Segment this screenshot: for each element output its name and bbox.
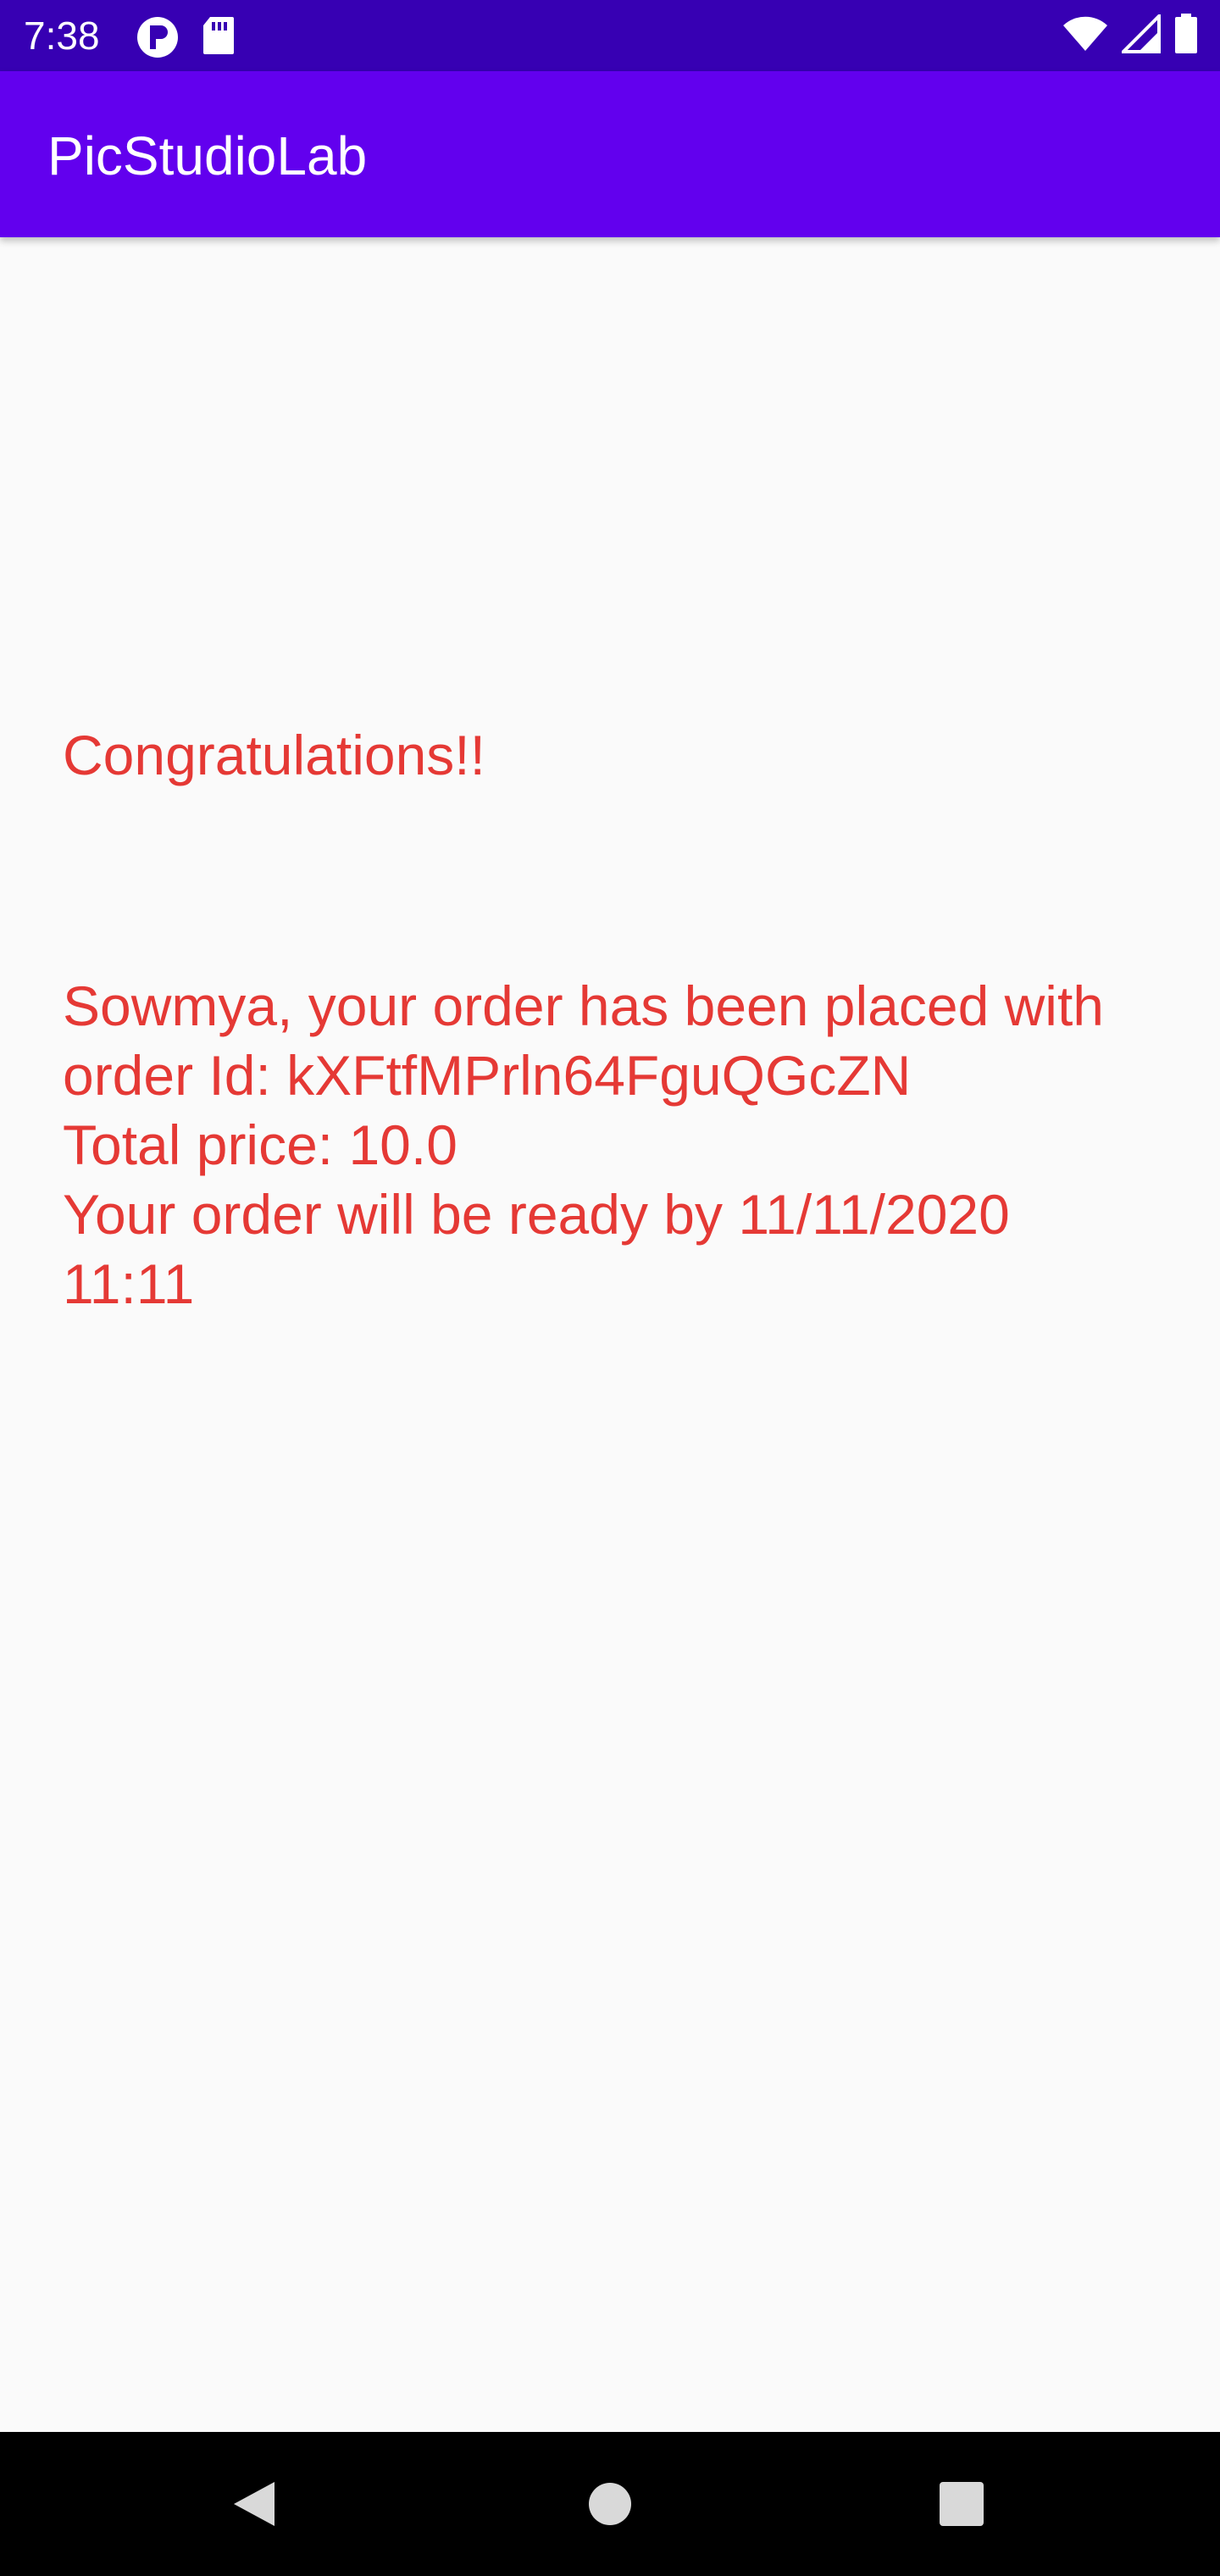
congrats-text: Congratulations!! bbox=[63, 724, 485, 786]
status-bar: 7:38 bbox=[0, 0, 1220, 71]
order-confirmation-message: Sowmya, your order has been placed with … bbox=[63, 971, 1190, 1319]
p-badge-icon bbox=[136, 15, 180, 64]
order-line: order Id: kXFtfMPrln64FguQGcZN bbox=[63, 1044, 912, 1107]
status-time: 7:38 bbox=[24, 14, 100, 58]
order-line: Total price: 10.0 bbox=[63, 1113, 458, 1176]
back-icon[interactable] bbox=[216, 2466, 292, 2542]
recents-icon[interactable] bbox=[923, 2466, 1000, 2542]
main-content: Congratulations!! Sowmya, your order has… bbox=[0, 237, 1220, 2432]
battery-icon bbox=[1174, 14, 1198, 58]
wifi-icon bbox=[1062, 15, 1108, 57]
order-line: Sowmya, your order has been placed with bbox=[63, 974, 1104, 1037]
cell-signal-icon bbox=[1119, 12, 1161, 58]
home-icon[interactable] bbox=[572, 2466, 648, 2542]
sd-card-icon bbox=[202, 15, 236, 64]
app-bar: PicStudioLab bbox=[0, 71, 1220, 237]
app-title: PicStudioLab bbox=[47, 125, 368, 186]
status-left-icons bbox=[136, 15, 236, 64]
navigation-bar bbox=[0, 2432, 1220, 2576]
order-line: Your order will be ready by 11/11/2020 bbox=[63, 1183, 1010, 1246]
status-right-icons bbox=[1062, 12, 1198, 58]
order-line: 11:11 bbox=[63, 1252, 195, 1315]
